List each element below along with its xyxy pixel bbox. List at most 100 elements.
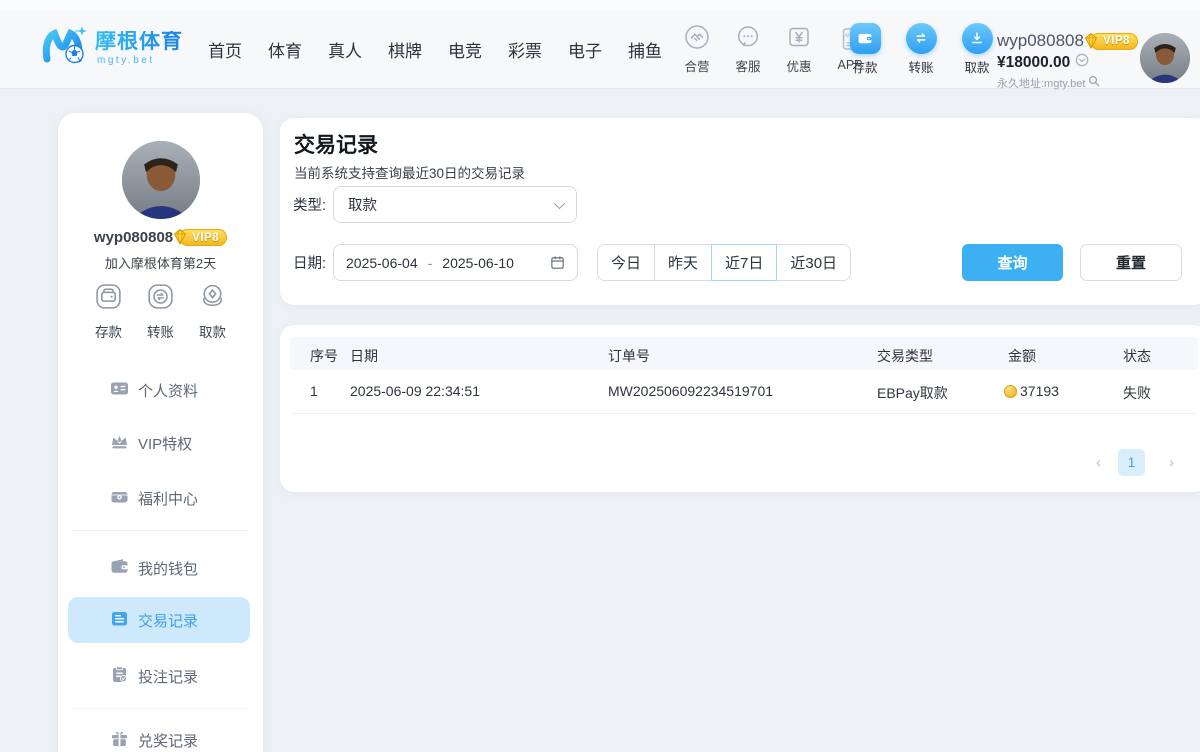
nav-item-slots[interactable]: 电子 <box>568 37 602 62</box>
sidebar-item-label: VIP特权 <box>138 433 192 454</box>
sidebar-deposit-action[interactable]: 存款 <box>93 281 124 341</box>
records-table-card: 序号 日期 订单号 交易类型 金额 状态 1 2025-06-09 22:34:… <box>280 325 1200 492</box>
sidebar-item-label: 福利中心 <box>138 488 198 509</box>
date-range-input[interactable]: 2025-06-04 - 2025-06-10 <box>333 244 578 281</box>
quick-link-promo[interactable]: 优惠 <box>778 24 820 75</box>
nav-item-sports[interactable]: 体育 <box>268 37 302 62</box>
transfer-icon <box>906 23 937 54</box>
nav-item-cards[interactable]: 棋牌 <box>388 37 422 62</box>
nav-item-fishing[interactable]: 捕鱼 <box>628 37 662 62</box>
transaction-records-icon <box>110 609 129 632</box>
page-subtitle: 当前系统支持查询最近30日的交易记录 <box>294 162 525 182</box>
sidebar-item-wallet[interactable]: 我的钱包 <box>110 553 198 583</box>
sidebar-item-vip[interactable]: VIP特权 <box>110 428 192 458</box>
quick-link-partner[interactable]: 合营 <box>676 24 718 75</box>
date-quick-range-group: 今日 昨天 近7日 近30日 <box>597 244 851 281</box>
nav-item-live[interactable]: 真人 <box>328 37 362 62</box>
page-title: 交易记录 <box>294 129 378 159</box>
cell-status: 失败 <box>1123 383 1151 403</box>
wallet-action-label: 转账 <box>908 57 933 76</box>
top-nav: 首页 体育 真人 棋牌 电竞 彩票 电子 捕鱼 <box>208 10 662 88</box>
range-today-button[interactable]: 今日 <box>597 244 655 281</box>
gem-icon <box>1082 32 1100 53</box>
pagination-page-1[interactable]: 1 <box>1118 449 1145 476</box>
brand-name: 摩根体育 <box>95 31 183 52</box>
sidebar-item-label: 交易记录 <box>138 610 198 631</box>
header: 摩根体育 mgty.bet 首页 体育 真人 棋牌 电竞 彩票 电子 捕鱼 <box>0 10 1200 89</box>
range-30days-button[interactable]: 近30日 <box>777 244 851 281</box>
vip-badge: VIP8 <box>1090 33 1138 50</box>
sidebar-user-row: wyp080808 VIP8 <box>58 229 263 246</box>
chevron-down-icon <box>554 197 565 208</box>
brand-logo[interactable]: 摩根体育 mgty.bet <box>40 23 183 74</box>
sidebar-divider <box>72 708 249 709</box>
range-7days-button[interactable]: 近7日 <box>711 244 777 281</box>
column-header-status: 状态 <box>1123 346 1151 366</box>
date-filter-label: 日期: <box>293 244 326 281</box>
pagination-next-button[interactable]: › <box>1169 450 1174 476</box>
quick-link-service[interactable]: 客服 <box>727 24 769 75</box>
deposit-outline-icon <box>93 281 124 317</box>
header-quick-links: 合营 客服 <box>676 10 871 88</box>
column-header-amount: 金额 <box>1008 346 1036 366</box>
pagination-prev-button[interactable]: ‹ <box>1096 450 1101 476</box>
column-header-index: 序号 <box>310 346 338 366</box>
sidebar-transfer-action[interactable]: 转账 <box>145 281 176 341</box>
amount-value: 37193 <box>1020 383 1059 399</box>
sidebar-item-welfare[interactable]: 福利中心 <box>110 483 198 513</box>
joined-days-text: 加入摩根体育第2天 <box>58 253 263 272</box>
type-filter-label: 类型: <box>293 186 326 223</box>
sidebar-item-label: 兑奖记录 <box>138 730 198 751</box>
column-header-date: 日期 <box>350 346 378 366</box>
address-row: 永久地址:mgty.bet <box>997 74 1137 92</box>
magnifier-icon[interactable] <box>1088 74 1100 92</box>
query-button[interactable]: 查询 <box>962 244 1063 281</box>
nav-item-home[interactable]: 首页 <box>208 37 242 62</box>
sidebar-action-label: 转账 <box>147 321 174 341</box>
wallet-icon <box>110 557 129 580</box>
sidebar-withdraw-action[interactable]: 取款 <box>197 281 228 341</box>
transfer-action[interactable]: 转账 <box>901 23 941 76</box>
sidebar-item-transactions[interactable]: 交易记录 <box>68 597 250 643</box>
type-select[interactable]: 取款 <box>333 186 577 223</box>
page: 摩根体育 mgty.bet 首页 体育 真人 棋牌 电竞 彩票 电子 捕鱼 <box>0 0 1200 752</box>
refresh-balance-icon[interactable] <box>1075 53 1089 72</box>
range-yesterday-button[interactable]: 昨天 <box>655 244 712 281</box>
withdraw-action[interactable]: 取款 <box>957 23 997 76</box>
sidebar-item-prizes[interactable]: 兑奖记录 <box>110 725 198 752</box>
user-name-row: wyp080808 VIP8 <box>997 31 1137 51</box>
sidebar-divider <box>72 530 249 531</box>
reset-button[interactable]: 重置 <box>1080 244 1182 281</box>
sidebar-item-label: 个人资料 <box>138 380 198 401</box>
withdraw-icon <box>962 23 993 54</box>
permanent-address: 永久地址:mgty.bet <box>997 75 1085 91</box>
sidebar-item-profile[interactable]: 个人资料 <box>110 375 198 405</box>
cell-order-no: MW202506092234519701 <box>608 383 773 399</box>
nav-item-lottery[interactable]: 彩票 <box>508 37 542 62</box>
sidebar-action-label: 取款 <box>199 321 226 341</box>
column-header-order: 订单号 <box>608 346 650 366</box>
balance-row: ¥18000.00 <box>997 53 1137 72</box>
sidebar-vip-badge: VIP8 <box>179 229 227 246</box>
sidebar-action-label: 存款 <box>95 321 122 341</box>
wallet-action-label: 存款 <box>852 57 877 76</box>
quick-link-label: 客服 <box>735 56 760 75</box>
nav-item-esports[interactable]: 电竞 <box>448 37 482 62</box>
quick-link-label: 合营 <box>684 56 709 75</box>
deposit-action[interactable]: 存款 <box>845 23 885 76</box>
username: wyp080808 <box>997 31 1084 51</box>
sidebar-avatar[interactable] <box>122 141 200 219</box>
top-strip <box>0 0 1200 10</box>
wallet-action-label: 取款 <box>964 57 989 76</box>
sidebar-item-bets[interactable]: 投注记录 <box>110 661 198 691</box>
gem-icon <box>171 228 189 249</box>
filter-card: 交易记录 当前系统支持查询最近30日的交易记录 类型: 取款 日期: 2025-… <box>280 118 1200 305</box>
header-wallet-actions: 存款 转账 取款 <box>845 10 997 88</box>
avatar[interactable] <box>1140 33 1190 83</box>
withdraw-outline-icon <box>197 281 228 317</box>
balance-value: ¥18000.00 <box>997 54 1070 72</box>
vip-level: VIP8 <box>1103 35 1130 47</box>
handshake-icon <box>684 24 710 55</box>
customer-service-icon <box>735 24 761 55</box>
date-from-value: 2025-06-04 <box>346 255 418 271</box>
